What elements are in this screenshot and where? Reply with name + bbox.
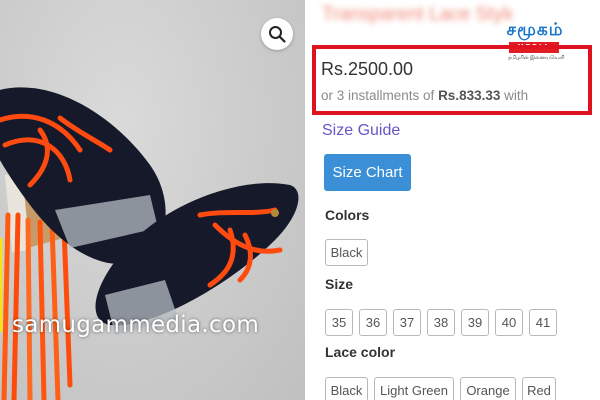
lace-color-option[interactable]: Light Green <box>374 377 454 400</box>
product-price: Rs.2500.00 <box>321 59 414 79</box>
lace-color-option[interactable]: Black <box>325 377 368 400</box>
color-option[interactable]: Black <box>325 239 368 266</box>
size-chart-button[interactable]: Size Chart <box>324 154 411 191</box>
price-highlight-box <box>312 45 592 115</box>
size-option[interactable]: 38 <box>427 309 455 336</box>
colors-label: Colors <box>325 207 370 223</box>
size-option[interactable]: 35 <box>325 309 353 336</box>
size-label: Size <box>325 276 354 292</box>
installments-info: or 3 installments of Rs.833.33 with <box>321 88 528 103</box>
size-option[interactable]: 41 <box>529 309 557 336</box>
lace-color-label: Lace color <box>325 344 396 360</box>
zoom-button[interactable] <box>261 18 293 50</box>
size-guide-link[interactable]: Size Guide <box>322 122 400 140</box>
size-option[interactable]: 36 <box>359 309 387 336</box>
installments-suffix: with <box>500 88 529 103</box>
size-option[interactable]: 39 <box>461 309 489 336</box>
logo-name: சமூகம் <box>506 20 564 40</box>
installments-amount: Rs.833.33 <box>438 88 501 103</box>
size-option[interactable]: 37 <box>393 309 421 336</box>
lace-color-option[interactable]: Red <box>522 377 556 400</box>
product-title: Transparent Lace Style <box>322 4 512 25</box>
sandals-illustration <box>0 87 299 400</box>
magnifier-icon <box>269 26 286 43</box>
size-option[interactable]: 40 <box>495 309 523 336</box>
product-image[interactable]: samugammedia.com <box>0 0 305 400</box>
watermark-text: samugammedia.com <box>12 312 260 338</box>
installments-prefix: or 3 installments of <box>321 88 439 103</box>
lace-color-option[interactable]: Orange <box>460 377 516 400</box>
